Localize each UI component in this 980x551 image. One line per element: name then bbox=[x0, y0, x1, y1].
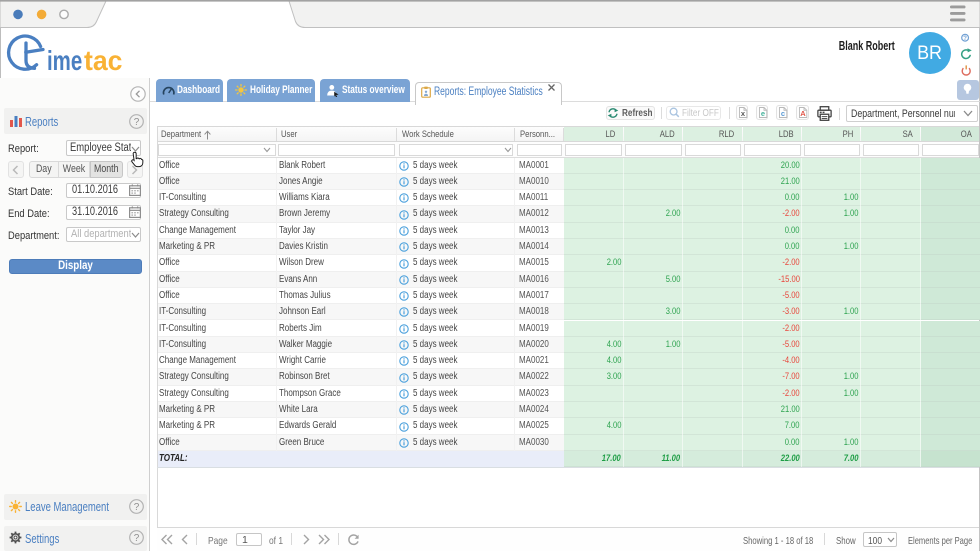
svg-text:?: ? bbox=[134, 117, 140, 128]
svg-text:c: c bbox=[780, 109, 784, 118]
svg-text:A: A bbox=[800, 109, 806, 118]
svg-text:e: e bbox=[760, 109, 764, 118]
svg-text:?: ? bbox=[134, 533, 140, 544]
svg-text:?: ? bbox=[134, 502, 140, 513]
svg-text:?: ? bbox=[963, 36, 967, 42]
